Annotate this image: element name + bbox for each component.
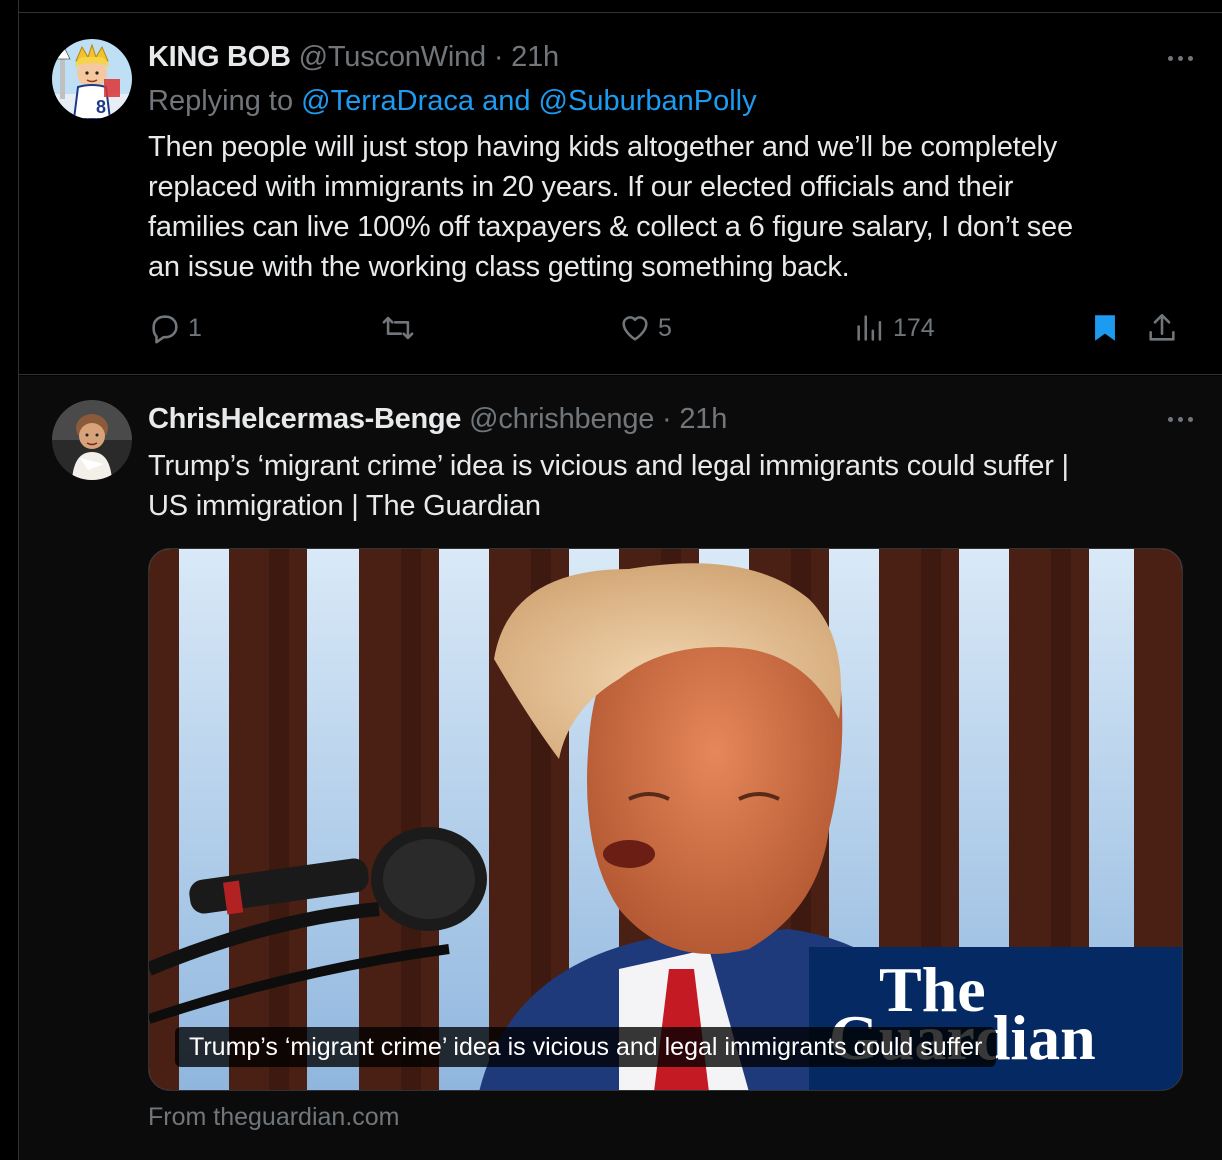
tweet-header: ChrisHelcermas-Benge @chrishbenge · 21h [148,403,1162,436]
tweet-actions: 1 5 174 [148,311,1192,351]
avatar[interactable]: 8 [52,39,132,119]
like-count: 5 [658,313,672,342]
timeline-column: 8 KING BOB @TusconWind · 21h Replying to… [18,0,1222,1160]
card-title-overlay: Trump’s ‘migrant crime’ idea is vicious … [175,1027,997,1067]
tweet-text-line: Then people will just stop having kids a… [148,131,1058,163]
author-handle-text[interactable]: @chrishbenge [469,403,654,435]
tweet-text: Then people will just stop having kids a… [148,127,1162,287]
tweet-text-line: replaced with immigrants in 20 years. If… [148,171,1014,203]
more-dots-icon [1167,416,1173,422]
tweet-text-line: Trump’s ‘migrant crime’ idea is vicious … [148,450,1069,482]
author-name[interactable]: ChrisHelcermas-Benge [148,403,461,436]
reply-icon [152,315,178,344]
more-options-button[interactable] [1158,43,1202,73]
svg-text:8: 8 [96,97,106,117]
tweet-text: Trump’s ‘migrant crime’ idea is vicious … [148,446,1162,526]
tweet-time[interactable]: 21h [511,41,559,73]
more-dot [1187,55,1193,61]
author-handle[interactable]: @chrishbenge · 21h [469,403,727,436]
more-dot [1187,416,1193,422]
tweet-chris-helcermas-benge[interactable]: ChrisHelcermas-Benge @chrishbenge · 21h … [19,376,1222,1160]
avatar-photo-image [52,400,132,480]
mention-link-suburbanpolly[interactable]: @SuburbanPolly [539,85,757,117]
link-preview-card[interactable]: The Guardian Trump’s ‘migrant crime’ ide… [148,548,1183,1091]
like-button[interactable]: 5 [618,311,672,345]
more-dot [1177,55,1183,61]
article-photo-image: The Guardian [149,549,1182,1090]
more-dots-icon [1167,55,1173,61]
replying-to-line: Replying to @TerraDraca and @SuburbanPol… [148,85,757,118]
more-dot [1177,416,1183,422]
tweet-text-line: families can live 100% off taxpayers & c… [148,211,1073,243]
tweet-text-line: an issue with the working class getting … [148,251,850,283]
bookmark-button[interactable] [1088,311,1122,345]
view-count: 174 [893,313,935,342]
share-icon [1149,313,1175,341]
tweet-header: KING BOB @TusconWind · 21h [148,41,1162,74]
reply-button[interactable]: 1 [148,311,202,345]
replying-prefix: Replying to [148,85,294,117]
bookmark-icon [1095,315,1115,341]
views-button[interactable]: 174 [853,311,935,345]
reply-count: 1 [188,313,202,342]
share-button[interactable] [1145,311,1179,345]
mention-joiner[interactable]: and [482,85,530,117]
retweet-button[interactable] [381,311,421,345]
tweet-text-line: US immigration | The Guardian [148,490,541,522]
author-handle-text[interactable]: @TusconWind [299,41,487,73]
tweet-time[interactable]: 21h [679,403,727,435]
more-options-button[interactable] [1158,404,1202,434]
author-name[interactable]: KING BOB [148,41,291,74]
mention-link-terradraca[interactable]: @TerraDraca [301,85,474,117]
avatar[interactable] [52,400,132,480]
author-handle[interactable]: @TusconWind · 21h [299,41,560,74]
separator-dot: · [662,403,672,435]
heart-icon [622,316,648,341]
card-source-domain[interactable]: From theguardian.com [148,1103,400,1132]
views-chart-icon [857,315,882,341]
retweet-icon [382,316,414,340]
separator-dot: · [493,41,504,73]
tweet-king-bob[interactable]: 8 KING BOB @TusconWind · 21h Replying to… [19,13,1222,375]
avatar-cartoon-king-image: 8 [52,39,132,119]
